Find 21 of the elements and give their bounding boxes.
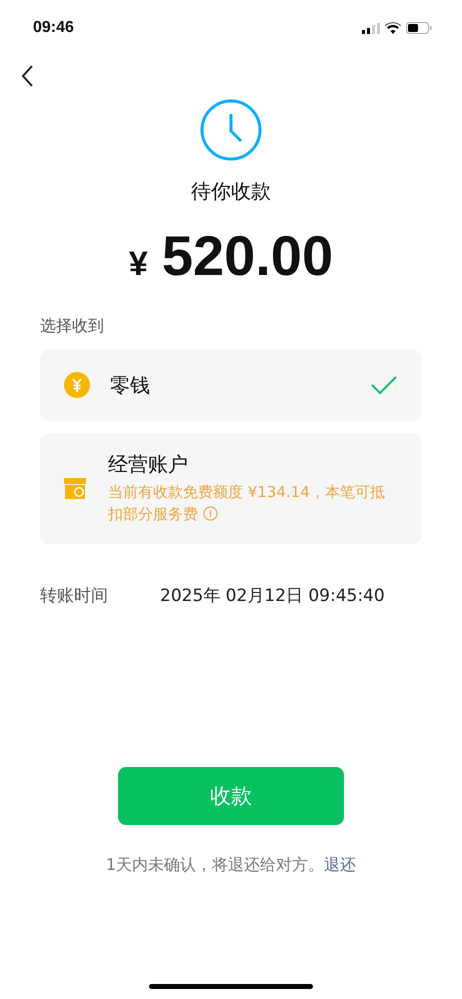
return-link[interactable]: 退还 <box>324 855 356 876</box>
signal-icon <box>362 22 380 34</box>
amount-value: 520.00 <box>162 223 334 288</box>
battery-icon <box>406 22 432 34</box>
info-icon[interactable] <box>202 506 218 521</box>
clock-icon <box>199 98 263 162</box>
coin-icon <box>64 372 90 398</box>
currency-sign: ¥ <box>128 245 148 284</box>
home-indicator[interactable] <box>149 984 313 989</box>
back-icon[interactable] <box>20 64 34 88</box>
account-option[interactable]: 零钱 <box>40 349 422 421</box>
time-value: 2025年 02月12日 09:45:40 <box>160 584 385 606</box>
time-label: 转账时间 <box>40 584 109 606</box>
check-icon <box>370 375 398 395</box>
footer-note: 1天内未确认，将退还给对方。 <box>106 855 324 876</box>
account-option[interactable]: 经营账户 当前有收款免费额度 ¥134.14，本笔可抵扣部分服务费 <box>40 433 422 544</box>
status-title: 待你收款 <box>191 178 271 205</box>
shop-icon <box>62 475 88 502</box>
status-time: 09:46 <box>33 19 74 37</box>
section-label: 选择收到 <box>40 316 105 337</box>
wifi-icon <box>385 22 401 34</box>
